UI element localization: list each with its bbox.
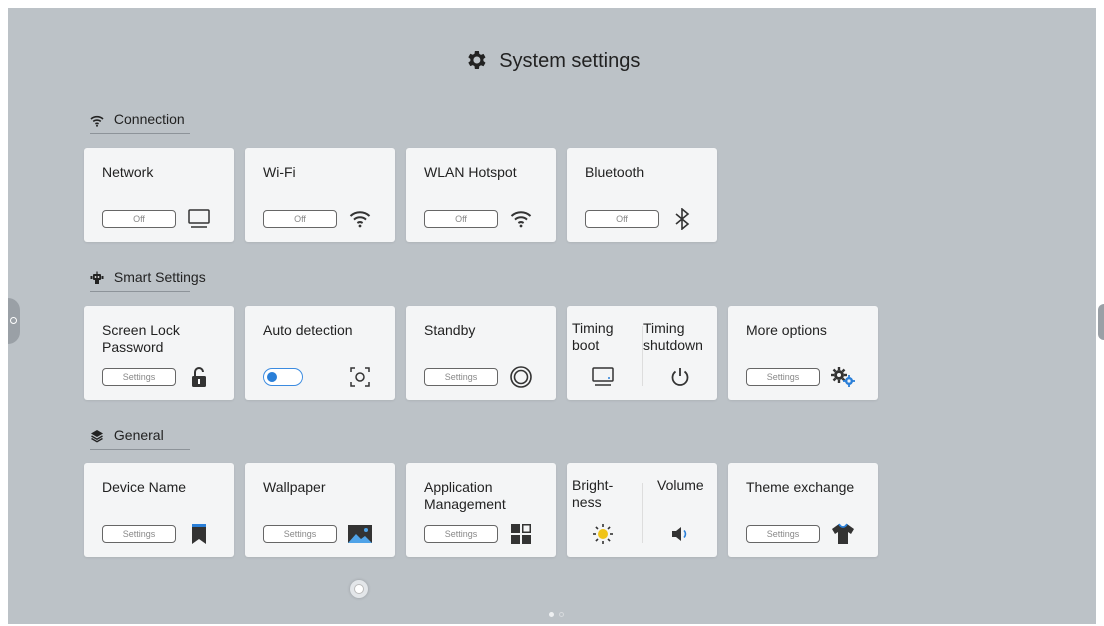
brightness-label: Bright- ness <box>572 477 613 511</box>
scan-icon <box>347 366 373 388</box>
card-label-line2: Password <box>102 339 164 355</box>
card-label: Wallpaper <box>263 479 326 495</box>
wallpaper-card[interactable]: Wallpaper Settings <box>245 463 395 557</box>
card-label: More options <box>746 322 827 338</box>
timing-shutdown-line2: shutdown <box>643 337 703 353</box>
screen-lock-password-card[interactable]: Screen Lock Password Settings <box>84 306 234 400</box>
more-options-card[interactable]: More options Settings <box>728 306 878 400</box>
card-label: Theme exchange <box>746 479 855 495</box>
auto-detection-card[interactable]: Auto detection <box>245 306 395 400</box>
card-label-line1: Screen Lock <box>102 322 180 338</box>
section-underline <box>90 449 190 450</box>
section-connection: Connection <box>90 111 190 134</box>
section-underline <box>90 291 190 292</box>
standby-card[interactable]: Standby Settings <box>406 306 556 400</box>
timing-card[interactable]: Timing boot Timing shutdown <box>567 306 717 400</box>
brightness-volume-card[interactable]: Bright- ness Volume <box>567 463 717 557</box>
card-label: Network <box>102 164 154 180</box>
timing-boot-icon[interactable] <box>591 366 615 388</box>
apps-grid-icon <box>508 523 534 545</box>
timing-shutdown-line1: Timing <box>643 320 685 336</box>
theme-exchange-settings-button[interactable]: Settings <box>746 525 820 543</box>
card-label-line1: Application <box>424 479 493 495</box>
card-label: Screen Lock Password <box>102 322 180 356</box>
page-dot[interactable] <box>559 612 564 617</box>
bluetooth-toggle[interactable]: Off <box>585 210 659 228</box>
theme-exchange-card[interactable]: Theme exchange Settings <box>728 463 878 557</box>
card-label: Wi-Fi <box>263 164 296 180</box>
bluetooth-card[interactable]: Bluetooth Off <box>567 148 717 242</box>
page-dot-active[interactable] <box>549 612 554 617</box>
wifi-icon <box>90 114 104 130</box>
card-label: Device Name <box>102 479 187 495</box>
layers-icon <box>90 429 104 446</box>
volume-icon[interactable] <box>669 523 693 545</box>
wlan-hotspot-card[interactable]: WLAN Hotspot Off <box>406 148 556 242</box>
network-card[interactable]: Network Off <box>84 148 234 242</box>
right-side-handle[interactable] <box>1098 304 1104 340</box>
page-indicator <box>549 604 569 622</box>
power-icon[interactable] <box>668 366 692 388</box>
wifi-icon <box>347 208 373 230</box>
gear-icon <box>464 48 488 78</box>
wifi-toggle[interactable]: Off <box>263 210 337 228</box>
card-label-line2: Management <box>424 496 506 512</box>
timing-boot-line1: Timing <box>572 320 614 336</box>
card-label: Bluetooth <box>585 164 645 180</box>
device-name-settings-button[interactable]: Settings <box>102 525 176 543</box>
brightness-line1: Bright- <box>572 477 614 493</box>
card-label: WLAN Hotspot <box>424 164 517 180</box>
sun-icon[interactable] <box>591 523 615 545</box>
section-label: Connection <box>113 111 185 127</box>
section-general: General <box>90 427 190 450</box>
card-label: Application Management <box>424 479 506 513</box>
section-underline <box>90 133 190 134</box>
bookmark-icon <box>186 523 212 545</box>
lock-icon <box>186 366 212 388</box>
standby-settings-button[interactable]: Settings <box>424 368 498 386</box>
app-management-settings-button[interactable]: Settings <box>424 525 498 543</box>
standby-icon <box>508 366 534 388</box>
wifi-card[interactable]: Wi-Fi Off <box>245 148 395 242</box>
section-smart-settings: Smart Settings <box>90 269 206 292</box>
card-label: Auto detection <box>263 322 353 338</box>
image-icon <box>347 523 373 545</box>
page-title-text: System settings <box>499 50 641 72</box>
section-label: General <box>113 427 164 443</box>
volume-label: Volume <box>657 477 704 493</box>
network-toggle[interactable]: Off <box>102 210 176 228</box>
hotspot-toggle[interactable]: Off <box>424 210 498 228</box>
gears-icon <box>830 366 856 388</box>
section-label: Smart Settings <box>113 269 206 285</box>
page-title: System settings <box>8 48 1096 78</box>
more-options-settings-button[interactable]: Settings <box>746 368 820 386</box>
bluetooth-icon <box>669 208 695 230</box>
settings-screen: System settings Connection Network Off W… <box>8 8 1096 624</box>
brightness-line2: ness <box>572 494 602 510</box>
left-side-handle[interactable] <box>8 298 20 344</box>
hotspot-icon <box>508 208 534 230</box>
screen-lock-settings-button[interactable]: Settings <box>102 368 176 386</box>
timing-shutdown-label: Timing shutdown <box>643 320 703 354</box>
timing-boot-line2: boot <box>572 337 600 353</box>
robot-icon <box>90 271 104 288</box>
auto-detection-toggle[interactable] <box>263 368 303 386</box>
wallpaper-settings-button[interactable]: Settings <box>263 525 337 543</box>
device-name-card[interactable]: Device Name Settings <box>84 463 234 557</box>
card-divider <box>642 483 643 543</box>
floating-menu-button[interactable] <box>350 580 368 598</box>
card-label: Standby <box>424 322 476 338</box>
monitor-icon <box>186 208 212 230</box>
application-management-card[interactable]: Application Management Settings <box>406 463 556 557</box>
shirt-icon <box>830 523 856 545</box>
timing-boot-label: Timing boot <box>572 320 614 354</box>
